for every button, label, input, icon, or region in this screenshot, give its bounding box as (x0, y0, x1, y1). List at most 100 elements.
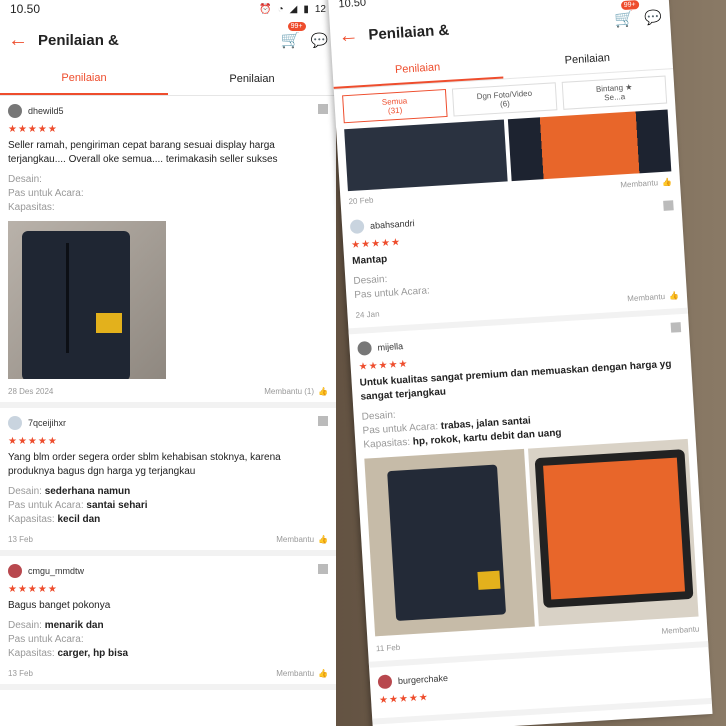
review-item: abahsandri ★★★★★ Mantap Desain: Pas untu… (341, 191, 689, 335)
page-title: Penilaian & (367, 21, 450, 44)
thumbs-up-icon: 👍 (318, 669, 328, 678)
review-date: 11 Feb (375, 642, 401, 654)
more-options-icon[interactable] (318, 104, 328, 114)
bag-zipper (66, 243, 69, 353)
helpful-button[interactable]: Membantu (661, 625, 699, 636)
username: 7qceijihxr (28, 418, 67, 428)
avatar (8, 104, 22, 118)
status-icons: ⏰ ◔ ◢ ▮ 12 (259, 4, 326, 15)
brand-logo-patch (96, 313, 122, 333)
status-bar: 10.50 ⏰ ◔ ◢ ▮ 12 (0, 0, 336, 18)
bag-image (387, 464, 507, 621)
review-meta: 28 Des 2024 Membantu (1) 👍 (8, 387, 328, 396)
review-text: Seller ramah, pengiriman cepat barang se… (8, 140, 278, 165)
review-photo[interactable] (364, 448, 535, 637)
signal-icon: ◢ (289, 3, 298, 15)
avatar (377, 674, 393, 690)
review-date: 20 Feb (348, 195, 374, 207)
more-options-icon[interactable] (318, 416, 328, 426)
username: mijella (377, 341, 404, 353)
avatar (8, 564, 22, 578)
chat-icon[interactable]: 💬 (644, 8, 662, 26)
review-date: 24 Jan (355, 309, 380, 320)
alarm-icon: ⏰ (259, 3, 272, 15)
review-photo[interactable] (528, 438, 699, 627)
helpful-button[interactable]: Membantu 👍 (276, 535, 328, 544)
avatar (8, 416, 22, 430)
helpful-button[interactable]: Membantu 👍 (620, 177, 672, 189)
screenshot-collage: 10.50 ⏰ ◔ ◢ ▮ 12 ← Penilaian & 🛒 99+ 💬 P… (0, 0, 726, 726)
review-item: cmgu_mmdtw ★★★★★ Bagus banget pokonya De… (0, 556, 336, 690)
attr-acara: Pas untuk Acara: santai sehari (8, 500, 148, 511)
page-title: Penilaian & (38, 31, 119, 49)
username: burgerchake (397, 672, 449, 686)
thumbs-up-icon: 👍 (318, 535, 328, 544)
app-header: ← Penilaian & 🛒 99+ 💬 (0, 18, 336, 62)
cart-icon: 🛒 (280, 32, 301, 49)
attr-desain: Desain: (8, 174, 42, 185)
review-photo[interactable] (507, 109, 672, 182)
review-meta: 13 Feb Membantu 👍 (8, 669, 328, 678)
username: cmgu_mmdtw (28, 566, 85, 576)
review-date: 28 Des 2024 (8, 387, 54, 396)
review-user: dhewild5 (8, 104, 328, 118)
attr-acara: Pas untuk Acara: (8, 634, 84, 645)
filter-all[interactable]: Semua (31) (342, 88, 448, 124)
cart-icon: 🛒 (614, 10, 636, 29)
review-photo[interactable] (8, 221, 166, 379)
back-arrow-icon[interactable]: ← (8, 29, 28, 52)
chat-icon[interactable]: 💬 (311, 32, 328, 49)
username: abahsandri (369, 218, 415, 231)
attr-kapasitas: Kapasitas: carger, hp bisa (8, 648, 129, 659)
cart-button[interactable]: 🛒 99+ (614, 0, 640, 29)
review-meta: 13 Feb Membantu 👍 (8, 535, 328, 544)
attr-acara: Pas untuk Acara: (8, 188, 84, 199)
thumbs-up-icon: 👍 (668, 291, 680, 301)
review-photo[interactable] (344, 119, 508, 192)
helpful-button[interactable]: Membantu 👍 (276, 669, 328, 678)
review-date: 13 Feb (8, 669, 33, 678)
cart-badge: 99+ (619, 0, 640, 12)
more-options-icon[interactable] (318, 564, 328, 574)
review-photos (364, 438, 699, 637)
thumbs-up-icon: 👍 (661, 177, 673, 187)
helpful-button[interactable]: Membantu (1) 👍 (264, 387, 328, 396)
username: dhewild5 (28, 106, 64, 116)
review-item: dhewild5 ★★★★★ Seller ramah, pengiriman … (0, 96, 336, 408)
review-user: cmgu_mmdtw (8, 564, 328, 578)
status-time: 10.50 (10, 2, 41, 16)
wifi-icon: ◔ (277, 3, 284, 15)
review-text: Yang blm order segera order sblm kehabis… (8, 452, 281, 477)
tab-penilaian-1[interactable]: Penilaian (0, 62, 168, 95)
left-phone-screen: 10.50 ⏰ ◔ ◢ ▮ 12 ← Penilaian & 🛒 99+ 💬 P… (0, 0, 336, 726)
cart-badge: 99+ (286, 21, 307, 32)
tab-penilaian-2[interactable]: Penilaian (168, 62, 336, 95)
thumbs-up-icon: 👍 (318, 387, 328, 396)
right-phone-screen: 10.50 ← Penilaian & 🛒 99+ 💬 Penilaian Pe… (328, 0, 713, 726)
helpful-button[interactable]: Membantu 👍 (627, 291, 679, 303)
avatar (357, 341, 372, 356)
more-options-icon[interactable] (670, 322, 682, 333)
more-options-icon[interactable] (663, 200, 674, 211)
battery-icon: ▮ (303, 3, 309, 15)
bag-image (22, 231, 130, 379)
rating-stars: ★★★★★ (8, 124, 58, 135)
attr-kapasitas: Kapasitas: kecil dan (8, 514, 101, 525)
rating-stars: ★★★★★ (8, 584, 58, 595)
review-user: 7qceijihxr (8, 416, 328, 430)
review-item: mijella ★★★★★ Untuk kualitas sangat prem… (348, 313, 709, 668)
rating-stars: ★★★★★ (8, 436, 58, 447)
cart-button[interactable]: 🛒 99+ (280, 21, 307, 50)
status-time: 10.50 (338, 0, 367, 11)
battery-level: 12 (314, 3, 326, 15)
attr-desain: Desain: menarik dan (8, 620, 104, 631)
review-date: 13 Feb (8, 535, 33, 544)
tab-bar: Penilaian Penilaian (0, 62, 336, 96)
filter-stars[interactable]: Bintang ★ Se...a (561, 75, 668, 110)
attr-kapasitas: Kapasitas: (8, 202, 55, 213)
back-arrow-icon[interactable]: ← (338, 24, 359, 48)
brand-logo-patch (477, 570, 501, 590)
review-text: Bagus banget pokonya (8, 600, 111, 611)
attr-desain: Desain: sederhana namun (8, 486, 131, 497)
filter-photo-video[interactable]: Dgn Foto/Video (6) (451, 82, 558, 117)
